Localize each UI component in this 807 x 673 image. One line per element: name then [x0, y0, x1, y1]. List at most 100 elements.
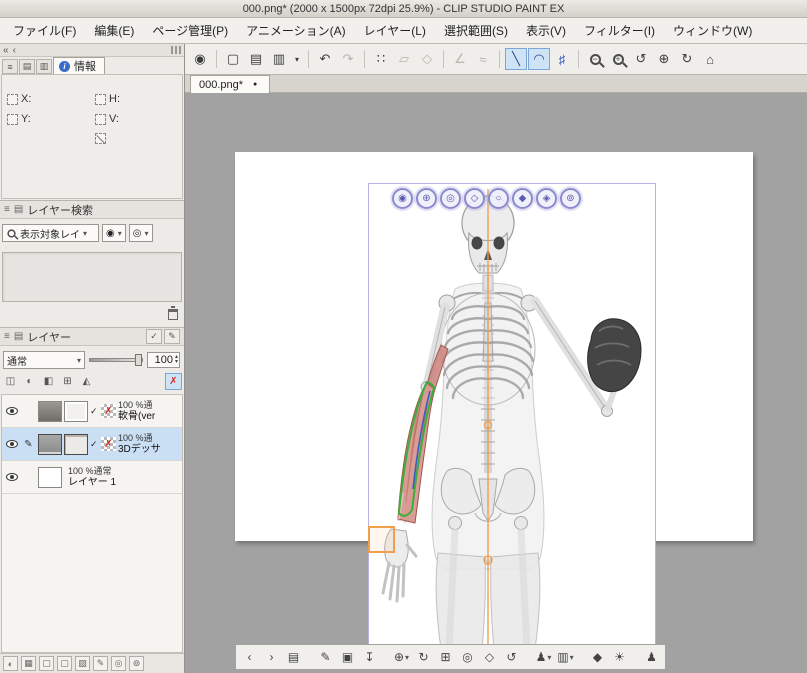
reset-rotation-button[interactable]: ↺ — [501, 647, 522, 667]
special-ruler-snap-button[interactable]: ≈ — [472, 48, 494, 70]
panel-menu-icon[interactable]: ≡ — [2, 59, 18, 74]
panel-tab-1-icon[interactable]: ▤ — [19, 59, 35, 74]
light-source-button[interactable]: ☀ — [609, 647, 630, 667]
object-move-icon[interactable]: ◇ — [464, 188, 485, 209]
set-reference-layer-button[interactable]: ⊞ — [59, 373, 76, 390]
layer-color-icon[interactable]: ✗ — [101, 437, 116, 451]
menu-file[interactable]: ファイル(F) — [4, 18, 85, 43]
prev-palette-button[interactable]: ‹ — [13, 45, 16, 56]
snap-to-grid-button[interactable]: ♯ — [551, 48, 573, 70]
menu-layer[interactable]: レイヤー(L) — [355, 18, 435, 43]
selection-handle-box[interactable] — [369, 527, 394, 552]
dock-target-icon[interactable]: ◎ — [111, 656, 126, 671]
layer-visibility-toggle[interactable] — [4, 440, 19, 448]
layer-name[interactable]: レイヤー 1 — [68, 477, 116, 488]
lock-layer-button[interactable]: ◐ — [21, 373, 38, 390]
lock-transparent-pixels-button[interactable]: ◫ — [2, 373, 19, 390]
mesh-display-button[interactable]: ◇ — [479, 647, 500, 667]
menu-selection[interactable]: 選択範囲(S) — [435, 18, 517, 43]
camera-zoom-icon[interactable]: ◎ — [440, 188, 461, 209]
dock-color-set-icon[interactable]: ▦ — [21, 656, 36, 671]
opacity-slider-handle[interactable] — [135, 354, 142, 366]
camera-pan-button[interactable]: ⊞ — [435, 647, 456, 667]
select-launcher-button[interactable]: ∷ — [370, 48, 392, 70]
tab-info[interactable]: i 情報 — [53, 57, 105, 74]
toggle-transparent-background-button[interactable]: ✗ — [165, 373, 182, 390]
3d-skeleton-model[interactable] — [185, 93, 807, 673]
camera-rotate-button[interactable]: ↻ — [413, 647, 434, 667]
next-page-button[interactable]: › — [261, 647, 282, 667]
save-file-button[interactable]: ▥ — [268, 48, 290, 70]
step-down-icon[interactable]: ▾ — [175, 360, 178, 365]
layer-visibility-toggle[interactable] — [4, 407, 19, 415]
dock-swatch-icon[interactable]: ▢ — [39, 656, 54, 671]
rotate-cw-button[interactable]: ↻ — [676, 48, 698, 70]
ruler-snap-button[interactable]: ∠ — [449, 48, 471, 70]
layer-name[interactable]: 3Dデッサ — [118, 444, 161, 455]
opacity-stepper[interactable]: ▴ ▾ — [175, 355, 178, 365]
object-rotate-3d-icon[interactable]: ◆ — [512, 188, 533, 209]
document-tab[interactable]: 000.png* ● — [190, 75, 270, 93]
snap-to-ruler-button[interactable]: ╲ — [505, 48, 527, 70]
navigate-button[interactable]: ⊕ — [653, 48, 675, 70]
object-settings-icon[interactable]: ⊚ — [560, 188, 581, 209]
dock-grip-handle[interactable] — [171, 46, 181, 54]
palette-check-button[interactable]: ✓ — [146, 329, 162, 344]
camera-zoom-button[interactable]: ◎ — [457, 647, 478, 667]
layer-thumbnail[interactable] — [38, 467, 62, 488]
palette-brush-button[interactable]: ✎ — [164, 329, 180, 344]
figure-tool-button[interactable]: ⊕▾ — [391, 647, 412, 667]
zoom-in-button[interactable]: + — [607, 48, 629, 70]
layer-search-results[interactable] — [2, 252, 182, 302]
narrow-exclude-button[interactable]: ◎▾ — [129, 224, 153, 242]
menu-window[interactable]: ウィンドウ(W) — [664, 18, 761, 43]
opacity-slider[interactable] — [89, 353, 143, 367]
canvas-area[interactable]: ◉⊕◎◇○◆◈⊚ ‹›▤✎▣↧⊕▾↻⊞◎◇↺♟▾▥▾◆☀♟ — [185, 93, 807, 673]
object-rotate-y-icon[interactable]: ○ — [488, 188, 509, 209]
enable-mask-button[interactable]: ◭ — [78, 373, 95, 390]
delete-layer-button[interactable] — [168, 309, 178, 320]
edit-pose-button[interactable]: ✎ — [315, 647, 336, 667]
search-scope-dropdown[interactable]: 表示対象レイ ▾ — [2, 224, 99, 242]
dock-paper-icon[interactable]: ▢ — [57, 656, 72, 671]
menu-page[interactable]: ページ管理(P) — [143, 18, 237, 43]
rotate-ccw-button[interactable]: ↺ — [630, 48, 652, 70]
material-palette-button[interactable]: ◆ — [587, 647, 608, 667]
dock-settings-icon[interactable]: ⊚ — [129, 656, 144, 671]
panel-menu-icon[interactable]: ≡ — [4, 331, 10, 342]
menu-animation[interactable]: アニメーション(A) — [237, 18, 355, 43]
menu-edit[interactable]: 編集(E) — [85, 18, 143, 43]
layer-mask-thumbnail[interactable] — [64, 401, 88, 422]
dock-pattern-icon[interactable]: ▨ — [75, 656, 90, 671]
collapse-dock-button[interactable]: « — [3, 45, 9, 56]
clip-to-layer-below-button[interactable]: ◧ — [40, 373, 57, 390]
panel-menu-icon[interactable]: ≡ — [4, 204, 10, 215]
transform-button[interactable]: ▱ — [393, 48, 415, 70]
camera-rotate-icon[interactable]: ◉ — [392, 188, 413, 209]
blend-mode-dropdown[interactable]: 通常 ▾ — [3, 351, 85, 369]
layer-row-selected[interactable]: ✎ ✓ ✗ 100 %通 3Dデッサ — [2, 428, 182, 461]
undo-button[interactable]: ↶ — [314, 48, 336, 70]
drop-to-floor-button[interactable]: ↧ — [359, 647, 380, 667]
object-list-button[interactable]: ▥▾ — [555, 647, 576, 667]
save-options-button[interactable]: ▾ — [291, 48, 303, 70]
opacity-numbox[interactable]: 100 ▴ ▾ — [147, 352, 180, 368]
move-layer-button[interactable]: ◇ — [416, 48, 438, 70]
layer-name[interactable]: 軟骨(ver — [118, 411, 155, 422]
dock-pen-icon[interactable]: ✎ — [93, 656, 108, 671]
sync-pose-button[interactable]: ♟ — [641, 647, 662, 667]
panel-tab-2-icon[interactable]: ▥ — [36, 59, 52, 74]
layer-row[interactable]: ✓ ✗ 100 %通 軟骨(ver — [2, 395, 182, 428]
dock-color-wheel-icon[interactable]: ◐ — [3, 656, 18, 671]
object-snap-icon[interactable]: ◈ — [536, 188, 557, 209]
snap-to-special-ruler-button[interactable]: ◠ — [528, 48, 550, 70]
fit-to-view-button[interactable]: ▣ — [337, 647, 358, 667]
prev-page-button[interactable]: ‹ — [239, 647, 260, 667]
menu-filter[interactable]: フィルター(I) — [575, 18, 664, 43]
open-file-button[interactable]: ▤ — [245, 48, 267, 70]
layer-visibility-toggle[interactable] — [4, 473, 19, 481]
layer-thumbnail[interactable] — [38, 434, 62, 455]
page-list-button[interactable]: ▤ — [283, 647, 304, 667]
layer-thumbnail[interactable] — [38, 401, 62, 422]
new-file-button[interactable]: ▢ — [222, 48, 244, 70]
